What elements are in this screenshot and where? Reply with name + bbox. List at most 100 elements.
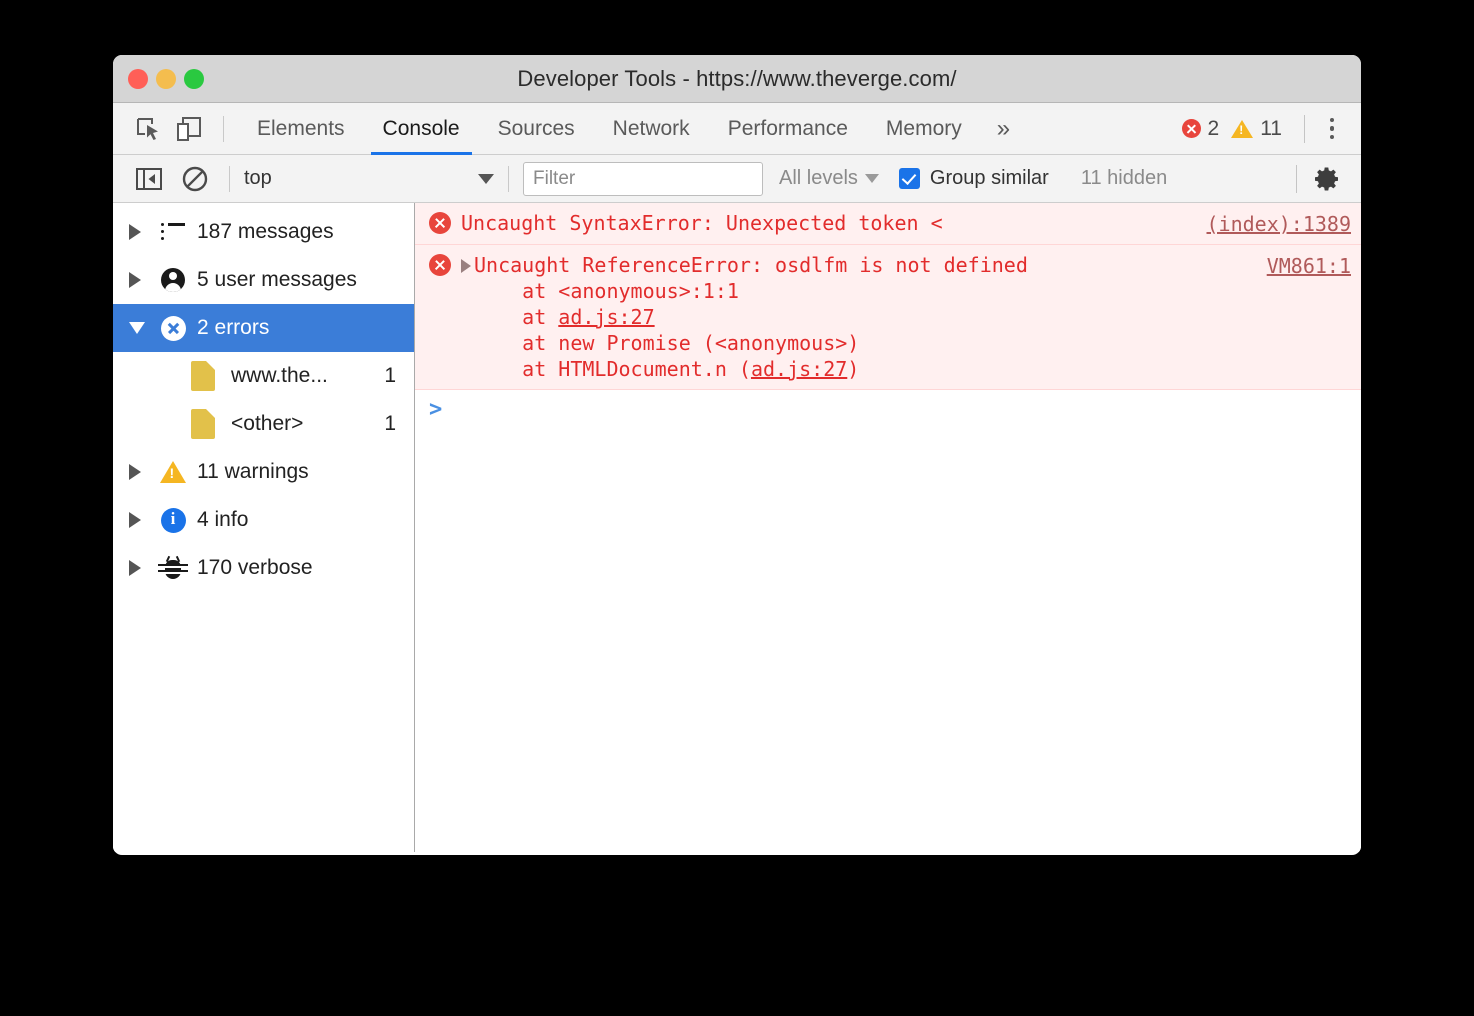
- bug-icon: [155, 556, 191, 580]
- chevron-down-icon: [478, 174, 494, 184]
- stack-frame-link[interactable]: ad.js:27: [751, 357, 847, 381]
- filter-input[interactable]: [523, 162, 763, 196]
- console-message-source-link[interactable]: VM861:1: [1267, 253, 1351, 279]
- sidebar-item-label: 5 user messages: [197, 268, 357, 292]
- group-similar-label: Group similar: [930, 167, 1049, 190]
- tab-label: Sources: [498, 117, 575, 141]
- kebab-menu-icon[interactable]: [1315, 112, 1349, 146]
- console-toolbar-divider-1: [229, 166, 230, 192]
- disclosure-triangle[interactable]: [129, 224, 155, 240]
- tabbar-status-area: 2 11: [1182, 112, 1362, 146]
- sidebar-item-user-messages[interactable]: 5 user messages: [113, 256, 414, 304]
- person-icon: [155, 268, 191, 292]
- group-similar-checkbox[interactable]: [899, 168, 920, 189]
- sidebar-item-verbose[interactable]: 170 verbose: [113, 544, 414, 592]
- error-count-indicator[interactable]: 2: [1182, 117, 1220, 141]
- settings-area: [1286, 161, 1347, 197]
- sidebar-item-warnings[interactable]: 11 warnings: [113, 448, 414, 496]
- stack-frame-2: at new Promise (<anonymous>): [474, 330, 1251, 356]
- sidebar-item-label: 4 info: [197, 508, 248, 532]
- disclosure-triangle[interactable]: [129, 512, 155, 528]
- device-toolbar-icon[interactable]: [169, 111, 209, 147]
- sidebar-item-errors[interactable]: 2 errors: [113, 304, 414, 352]
- stack-frame-3[interactable]: at HTMLDocument.n (ad.js:27): [474, 356, 1251, 382]
- info-icon: [155, 508, 191, 533]
- status-divider: [1304, 115, 1305, 143]
- execution-context-value: top: [244, 167, 478, 190]
- more-tabs-icon[interactable]: »: [981, 115, 1026, 143]
- console-sidebar: 187 messages 5 user messages 2 errors ww…: [113, 203, 415, 852]
- tab-console[interactable]: Console: [364, 103, 479, 155]
- console-toolbar: top All levels Group similar 11 hidden: [113, 155, 1361, 203]
- console-message-1[interactable]: Uncaught ReferenceError: osdlfm is not d…: [415, 245, 1361, 390]
- sidebar-item-label: 11 warnings: [197, 460, 309, 484]
- tab-sources[interactable]: Sources: [479, 103, 594, 155]
- stack-frame-1[interactable]: at ad.js:27: [474, 304, 1251, 330]
- error-icon: [429, 254, 451, 276]
- clear-console-icon[interactable]: [175, 161, 215, 197]
- gear-icon[interactable]: [1307, 161, 1347, 197]
- zoom-button[interactable]: [184, 69, 204, 89]
- file-icon: [191, 361, 215, 391]
- show-console-sidebar-icon[interactable]: [129, 161, 169, 197]
- group-similar-toggle[interactable]: Group similar: [899, 167, 1049, 190]
- disclosure-triangle[interactable]: [129, 272, 155, 288]
- tab-label: Network: [613, 117, 690, 141]
- console-message-text: Uncaught SyntaxError: Unexpected token <: [461, 210, 1191, 236]
- sidebar-item-messages[interactable]: 187 messages: [113, 208, 414, 256]
- console-message-0[interactable]: Uncaught SyntaxError: Unexpected token <…: [415, 203, 1361, 245]
- tab-elements[interactable]: Elements: [238, 103, 364, 155]
- console-message-text: Uncaught ReferenceError: osdlfm is not d…: [474, 252, 1251, 278]
- list-icon: [155, 223, 191, 241]
- tab-memory[interactable]: Memory: [867, 103, 981, 155]
- stack-frame-link[interactable]: ad.js:27: [558, 305, 654, 329]
- error-icon: [1182, 119, 1201, 138]
- tab-label: Memory: [886, 117, 962, 141]
- warning-icon: [155, 461, 191, 483]
- window-title: Developer Tools - https://www.theverge.c…: [113, 66, 1361, 92]
- console-message-list: Uncaught SyntaxError: Unexpected token <…: [415, 203, 1361, 852]
- screen-background: Developer Tools - https://www.theverge.c…: [0, 0, 1474, 1016]
- toolbar-divider: [223, 116, 224, 142]
- warning-count-indicator[interactable]: 11: [1231, 117, 1282, 141]
- hidden-messages-count[interactable]: 11 hidden: [1081, 167, 1167, 190]
- error-icon: [429, 212, 451, 234]
- warning-icon: [1231, 120, 1253, 138]
- console-body: 187 messages 5 user messages 2 errors ww…: [113, 203, 1361, 852]
- console-message-source-link[interactable]: (index):1389: [1207, 211, 1352, 237]
- expand-stack-trace-icon[interactable]: [461, 259, 471, 273]
- chevron-down-icon: [865, 174, 879, 183]
- sidebar-error-source-0[interactable]: www.the... 1: [113, 352, 414, 400]
- log-levels-dropdown[interactable]: All levels: [779, 167, 879, 190]
- sidebar-error-source-1[interactable]: <other> 1: [113, 400, 414, 448]
- tab-label: Console: [383, 117, 460, 141]
- window-controls: [128, 69, 204, 89]
- devtools-tabbar: Elements Console Sources Network Perform…: [113, 103, 1361, 155]
- execution-context-selector[interactable]: top: [244, 167, 494, 190]
- sidebar-item-info[interactable]: 4 info: [113, 496, 414, 544]
- disclosure-triangle[interactable]: [129, 464, 155, 480]
- tab-network[interactable]: Network: [594, 103, 709, 155]
- minimize-button[interactable]: [156, 69, 176, 89]
- console-prompt-row[interactable]: >: [415, 390, 1361, 430]
- stack-frame-0: at <anonymous>:1:1: [474, 278, 1251, 304]
- disclosure-triangle[interactable]: [129, 560, 155, 576]
- tab-performance[interactable]: Performance: [709, 103, 867, 155]
- warning-count-value: 11: [1260, 117, 1282, 141]
- sidebar-error-source-label: www.the...: [231, 364, 384, 388]
- inspect-element-icon[interactable]: [129, 111, 169, 147]
- devtools-window: Developer Tools - https://www.theverge.c…: [113, 55, 1361, 855]
- close-button[interactable]: [128, 69, 148, 89]
- error-count-value: 2: [1208, 117, 1220, 141]
- sidebar-error-source-count: 1: [384, 412, 396, 436]
- tab-label: Performance: [728, 117, 848, 141]
- log-levels-label: All levels: [779, 167, 858, 190]
- file-icon: [191, 409, 215, 439]
- console-toolbar-divider-3: [1296, 165, 1297, 193]
- window-titlebar: Developer Tools - https://www.theverge.c…: [113, 55, 1361, 103]
- disclosure-triangle[interactable]: [129, 322, 155, 334]
- sidebar-item-label: 2 errors: [197, 316, 269, 340]
- panel-tabs: Elements Console Sources Network Perform…: [238, 103, 981, 155]
- prompt-chevron-icon: >: [429, 400, 442, 420]
- sidebar-item-label: 170 verbose: [197, 556, 313, 580]
